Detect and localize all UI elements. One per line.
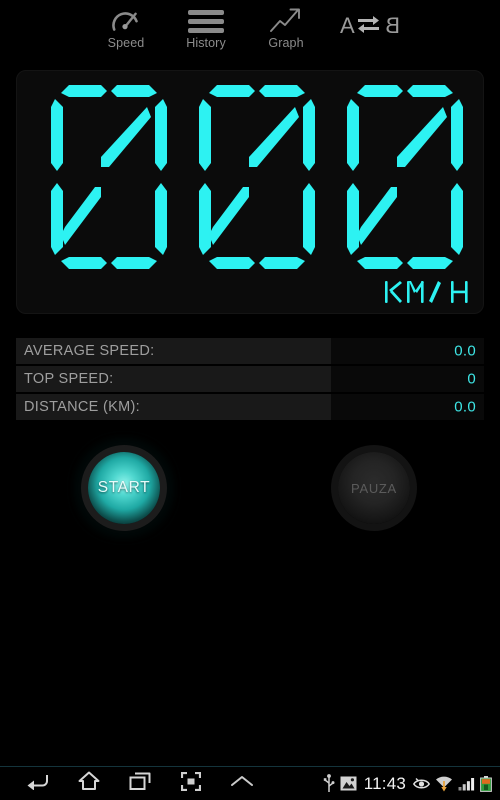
speed-digit-1 bbox=[187, 85, 327, 277]
navigation-keys bbox=[0, 767, 267, 800]
control-buttons: START PAUZA bbox=[0, 452, 500, 532]
stat-row-distance: DISTANCE (KM): 0.0 bbox=[16, 394, 484, 420]
stat-label: AVERAGE SPEED: bbox=[24, 343, 155, 359]
chevron-up-icon bbox=[230, 774, 254, 793]
tab-graph[interactable]: Graph bbox=[257, 6, 315, 50]
start-button-label: START bbox=[97, 479, 151, 496]
unit-char-m bbox=[406, 279, 425, 305]
stat-value: 0.0 bbox=[454, 398, 476, 416]
seg-e bbox=[51, 183, 63, 255]
tab-graph-label: Graph bbox=[268, 36, 304, 50]
start-button[interactable]: START bbox=[88, 452, 160, 524]
signal-bars-icon bbox=[458, 776, 475, 791]
speed-digit-2 bbox=[335, 85, 475, 277]
tab-history-label: History bbox=[186, 36, 226, 50]
unit-char-slash bbox=[428, 279, 447, 305]
top-toolbar: Speed History Graph A B bbox=[0, 0, 500, 58]
speed-unit-label bbox=[384, 279, 469, 305]
stat-label: TOP SPEED: bbox=[24, 371, 114, 387]
status-clock: 11:43 bbox=[363, 773, 406, 793]
screenshot-image-icon bbox=[340, 776, 357, 791]
unit-char-k bbox=[384, 279, 403, 305]
seg-d1 bbox=[61, 257, 107, 269]
nav-back-button[interactable] bbox=[12, 767, 63, 800]
usb-icon bbox=[323, 774, 335, 793]
seg-a1 bbox=[61, 85, 107, 97]
stats-list: AVERAGE SPEED: 0.0 TOP SPEED: 0 DISTANCE… bbox=[16, 338, 484, 422]
status-icons[interactable]: 11:43 bbox=[323, 774, 500, 794]
tab-history[interactable]: History bbox=[177, 6, 235, 50]
nav-expand-button[interactable] bbox=[216, 767, 267, 800]
seg-c bbox=[155, 183, 167, 255]
speed-digit-0 bbox=[39, 85, 179, 277]
seg-diag-upper-right bbox=[101, 107, 151, 167]
seg-a2 bbox=[111, 85, 157, 97]
seg-d2 bbox=[111, 257, 157, 269]
nav-home-button[interactable] bbox=[63, 767, 114, 800]
pause-button-label: PAUZA bbox=[351, 480, 397, 496]
svg-text:A: A bbox=[340, 13, 355, 38]
svg-text:B: B bbox=[385, 13, 400, 38]
tab-speed-label: Speed bbox=[107, 36, 145, 50]
unit-swap-button[interactable]: A B bbox=[337, 6, 403, 40]
nav-screenshot-button[interactable] bbox=[165, 767, 216, 800]
android-system-bar: 11:43 bbox=[0, 766, 500, 800]
pause-button[interactable]: PAUZA bbox=[338, 452, 410, 524]
battery-icon bbox=[480, 775, 492, 792]
trending-up-arrow-icon bbox=[269, 6, 303, 36]
seg-diag-lower-left bbox=[61, 187, 101, 245]
stat-label: DISTANCE (KM): bbox=[24, 399, 140, 415]
stat-row-top-speed: TOP SPEED: 0 bbox=[16, 366, 484, 392]
stat-value: 0.0 bbox=[454, 342, 476, 360]
back-arrow-icon bbox=[27, 772, 49, 795]
speedometer-display-panel bbox=[16, 70, 484, 314]
swap-arrows-icon: A B bbox=[339, 10, 401, 40]
wifi-download-icon bbox=[435, 776, 453, 792]
screenshot-crop-icon bbox=[180, 771, 201, 796]
home-icon bbox=[78, 771, 100, 796]
nav-recents-button[interactable] bbox=[114, 767, 165, 800]
hamburger-list-icon bbox=[188, 6, 224, 36]
seg-f bbox=[51, 99, 63, 171]
recent-apps-icon bbox=[129, 772, 151, 796]
speedometer-gauge-icon bbox=[111, 6, 141, 36]
stat-row-average-speed: AVERAGE SPEED: 0.0 bbox=[16, 338, 484, 364]
unit-char-h bbox=[450, 279, 469, 305]
eye-icon bbox=[413, 777, 430, 791]
tab-speed[interactable]: Speed bbox=[97, 6, 155, 50]
speed-digits bbox=[39, 85, 475, 277]
seg-b bbox=[155, 99, 167, 171]
stat-value: 0 bbox=[467, 370, 476, 388]
